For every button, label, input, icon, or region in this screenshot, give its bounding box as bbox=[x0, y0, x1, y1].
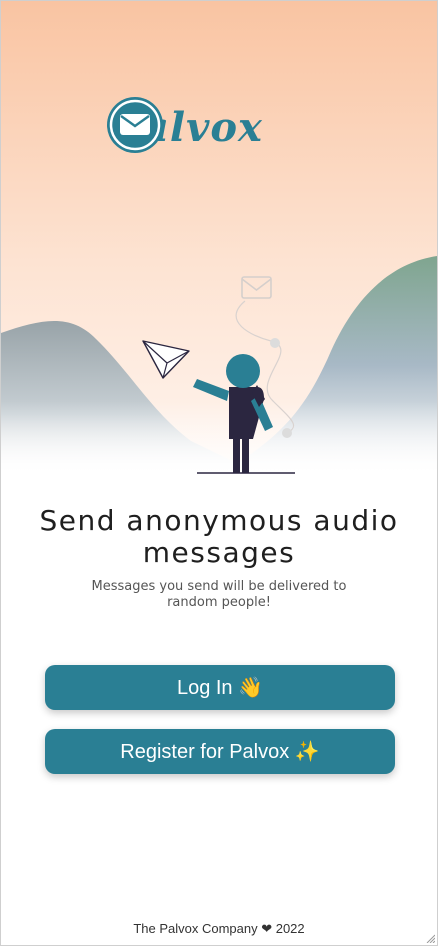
resize-handle-icon[interactable] bbox=[425, 933, 435, 943]
app-screen: Palvox Send anonymous audio messages Mes… bbox=[0, 0, 438, 946]
footer-text: The Palvox Company ❤ 2022 bbox=[133, 921, 305, 936]
headline: Send anonymous audio messages bbox=[39, 504, 399, 569]
mail-icon bbox=[107, 97, 163, 153]
subtitle: Messages you send will be delivered to r… bbox=[91, 579, 347, 610]
app-logo: Palvox bbox=[105, 95, 263, 159]
login-button[interactable]: Log In 👋 bbox=[45, 665, 395, 710]
hero-illustration: Palvox bbox=[1, 1, 437, 475]
register-button[interactable]: Register for Palvox ✨ bbox=[45, 729, 395, 774]
